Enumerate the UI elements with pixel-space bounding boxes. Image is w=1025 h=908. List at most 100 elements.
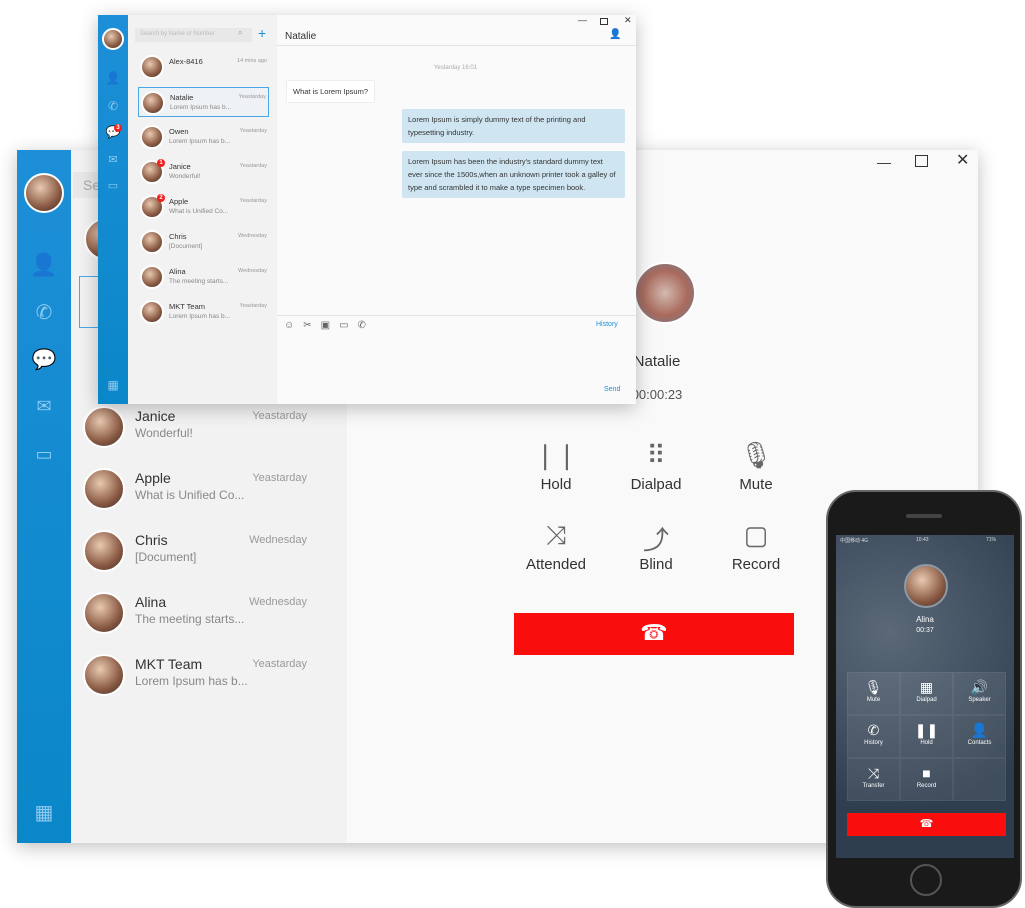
call-attended-button[interactable]: ⤨ Attended [511, 520, 601, 573]
emoji-icon[interactable]: ☺ [284, 320, 294, 331]
transfer-icon: ⤨ [867, 765, 880, 781]
phone-contacts-button[interactable]: 👤 Contacts [953, 715, 1006, 758]
phone-transfer-button[interactable]: ⤨ Transfer [847, 758, 900, 801]
call-hold-button[interactable]: ❘❘ Hold [511, 440, 601, 493]
contact-preview: The meeting starts... [169, 278, 229, 285]
fax-icon[interactable]: ▭ [103, 179, 123, 192]
contact-avatar [140, 230, 164, 254]
home-button[interactable] [910, 864, 942, 896]
call-log-icon[interactable]: ✆ [103, 99, 123, 113]
contact-time: Wednesday [238, 268, 267, 274]
blind-transfer-icon: ⤴ [642, 525, 669, 555]
contact-avatar [83, 654, 125, 696]
contact-item[interactable]: Janice Yeastarday Wonderful! [71, 402, 347, 458]
maximize-button[interactable] [600, 18, 608, 25]
send-button[interactable]: Send [604, 386, 620, 393]
contact-list: Search by Name or Number ⌕ + Alex-8416 1… [128, 15, 277, 404]
contact-info-icon[interactable]: 👤 [609, 29, 621, 40]
outgoing-message: Lorem Ipsum has been the industry's stan… [402, 151, 625, 198]
record-icon: ▢ [743, 520, 769, 550]
apps-grid-icon[interactable]: ▦ [29, 800, 59, 825]
user-avatar[interactable] [102, 28, 124, 50]
call-log-icon[interactable]: ✆ [29, 300, 59, 325]
fax-icon[interactable]: ▭ [29, 444, 59, 465]
screenshot-icon[interactable]: ✂ [303, 320, 311, 331]
call-dialpad-button[interactable]: ⠿ Dialpad [611, 440, 701, 493]
call-blind-button[interactable]: ⤴ Blind [611, 520, 701, 573]
close-button[interactable]: ✕ [624, 15, 632, 26]
clock: 10:43 [916, 537, 929, 543]
sidebar: 👤 ✆ 💬 ✉ ▭ ▦ [17, 150, 71, 843]
voicemail-icon[interactable]: ✉ [29, 396, 59, 417]
dialpad-icon: ▦ [919, 679, 934, 695]
contact-name: Apple [135, 470, 171, 486]
phone-speaker-button[interactable]: 🔊 Speaker [953, 672, 1006, 715]
message-input[interactable] [278, 333, 628, 383]
contact-time: Wednesday [249, 534, 307, 546]
phone-mute-button[interactable]: 🎙 Mute [847, 672, 900, 715]
contact-preview: What is Unified Co... [135, 488, 245, 502]
contact-avatar [83, 530, 125, 572]
contact-item[interactable]: Chris Wednesday [Document] [71, 526, 347, 582]
contact-preview: Wonderful! [169, 173, 201, 180]
contact-time: Wednesday [238, 233, 267, 239]
user-avatar[interactable] [24, 173, 64, 213]
contact-item[interactable]: Alina Wednesday The meeting starts... [138, 262, 269, 292]
add-button[interactable]: + [258, 25, 266, 41]
call-mute-button[interactable]: 🎙 Mute [711, 440, 801, 493]
contact-item[interactable]: Owen Yeastarday Lorem Ipsum has b... [138, 122, 269, 152]
close-button[interactable]: ✕ [956, 150, 969, 170]
contact-item[interactable]: Alina Wednesday The meeting starts... [71, 588, 347, 644]
speaker-icon: 🔊 [970, 679, 989, 695]
contact-name: Alex-8416 [169, 57, 203, 66]
hangup-button[interactable]: ☎ [847, 813, 1006, 836]
contact-time: Wednesday [249, 596, 307, 608]
minimize-button[interactable]: — [578, 15, 587, 25]
contacts-icon[interactable]: 👤 [103, 71, 123, 85]
call-record-button[interactable]: ▢ Record [711, 520, 801, 573]
unread-badge: 2 [157, 194, 165, 202]
contact-preview: What is Unified Co... [169, 208, 229, 215]
phone-dialpad-button[interactable]: ▦ Dialpad [900, 672, 953, 715]
mobile-phone: 中国移动 4G 10:43 71% Alina 00:37 🎙 Mute ▦ D… [826, 490, 1022, 908]
contact-icon: 👤 [970, 722, 989, 738]
contacts-icon[interactable]: 👤 [29, 252, 59, 278]
folder-icon[interactable]: ▭ [339, 320, 348, 331]
messages-badge: 3 [114, 124, 122, 132]
call-duration: 00:37 [916, 627, 934, 634]
dialpad-icon: ⠿ [646, 440, 666, 470]
search-input[interactable]: Search by Name or Number [135, 28, 252, 42]
contact-item[interactable]: Natalie Yeastarday Lorem Ipsum has b... [138, 87, 269, 117]
contact-item[interactable]: Apple Yeastarday What is Unified Co... [71, 464, 347, 520]
contact-item[interactable]: MKT Team Yeastarday Lorem Ipsum has b... [71, 650, 347, 706]
minimize-button[interactable]: — [877, 154, 891, 170]
phone-history-button[interactable]: ✆ History [847, 715, 900, 758]
phone-icon[interactable]: ✆ [358, 320, 366, 331]
phone-speaker [906, 514, 942, 518]
contact-name: Janice [169, 162, 191, 171]
pause-icon: ❘❘ [534, 440, 578, 470]
contact-preview: The meeting starts... [135, 612, 245, 626]
contact-item[interactable]: 2 Apple Yeastarday What is Unified Co... [138, 192, 269, 222]
contact-item[interactable]: MKT Team Yeastarday Lorem Ipsum has b... [138, 297, 269, 327]
contact-time: Yeastarday [239, 198, 267, 204]
image-icon[interactable]: ▣ [321, 320, 330, 331]
phone-hold-button[interactable]: ❚❚ Hold [900, 715, 953, 758]
maximize-button[interactable] [915, 155, 928, 167]
contact-preview: Lorem Ipsum has b... [170, 104, 232, 111]
voicemail-icon[interactable]: ✉ [103, 153, 123, 166]
contact-name: Alina [169, 267, 186, 276]
hangup-button[interactable]: ☎ [514, 613, 794, 655]
contact-item[interactable]: Alex-8416 14 mins ago [138, 52, 269, 82]
history-link[interactable]: History [596, 321, 618, 328]
apps-grid-icon[interactable]: ▦ [103, 378, 123, 392]
divider [277, 45, 636, 46]
contact-item[interactable]: 1 Janice Yeastarday Wonderful! [138, 157, 269, 187]
outgoing-message: Lorem Ipsum is simply dummy text of the … [402, 109, 625, 143]
divider [277, 315, 636, 316]
search-icon[interactable]: ⌕ [238, 28, 242, 38]
contact-item[interactable]: Chris Wednesday [Document] [138, 227, 269, 257]
caller-avatar [904, 564, 948, 608]
messages-icon[interactable]: 💬 [29, 347, 59, 372]
phone-record-button[interactable]: ■ Record [900, 758, 953, 801]
